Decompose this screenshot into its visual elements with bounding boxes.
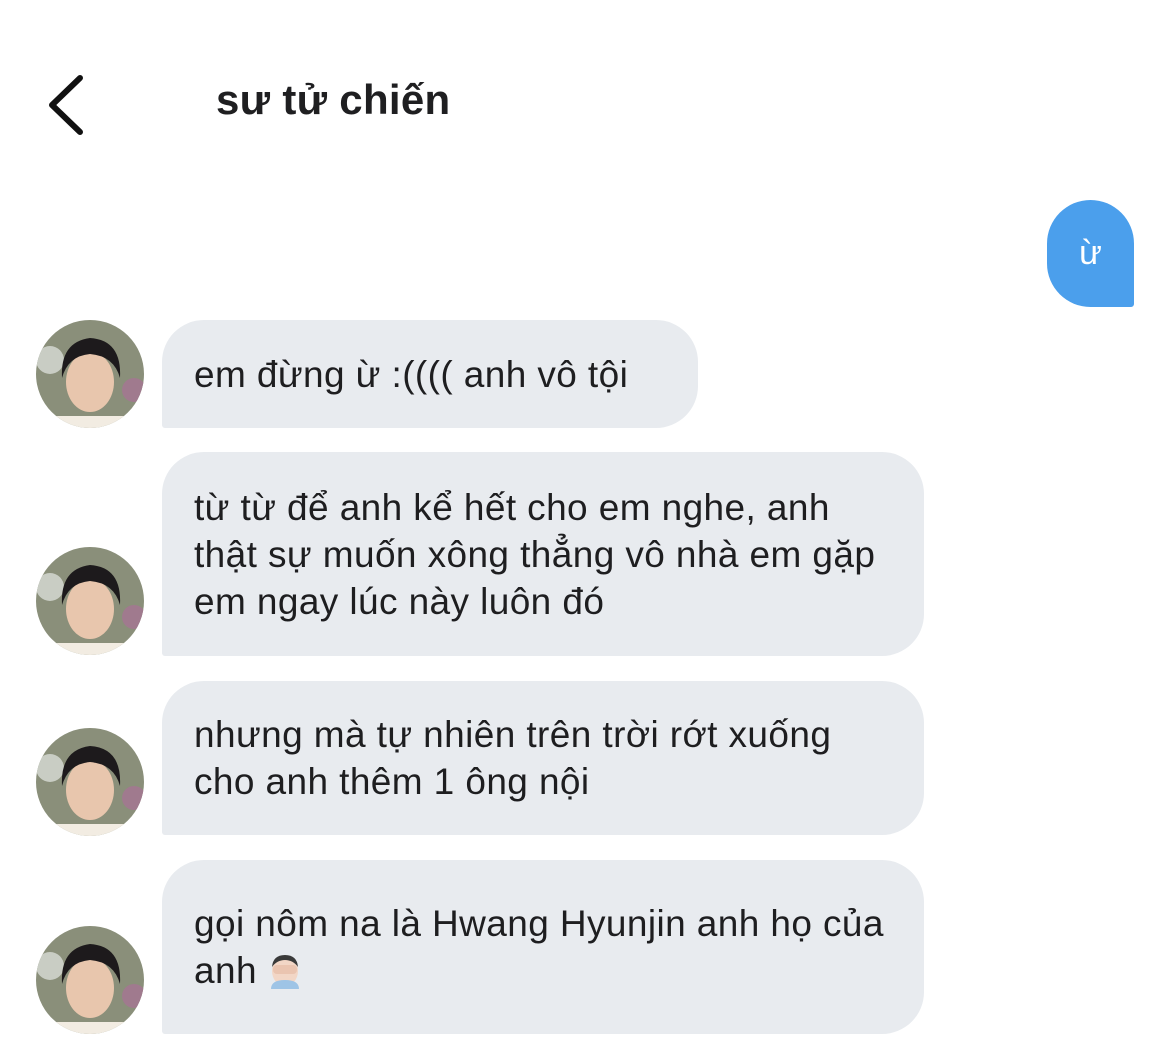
outgoing-message-bubble[interactable]: ừ [1047,200,1134,307]
avatar[interactable] [36,926,144,1034]
face-palm-emoji-icon [270,955,299,989]
avatar[interactable] [36,728,144,836]
message-text: nhưng mà tự nhiên trên trời rớt xuống ch… [194,714,832,802]
message-text: em đừng ừ :(((( anh vô tội [194,353,629,395]
incoming-message-bubble[interactable]: nhưng mà tự nhiên trên trời rớt xuống ch… [162,681,924,835]
avatar[interactable] [36,547,144,655]
avatar[interactable] [36,320,144,428]
back-button[interactable] [40,70,96,140]
message-text: từ từ để anh kể hết cho em nghe, anh thậ… [194,486,876,622]
incoming-message-bubble[interactable]: từ từ để anh kể hết cho em nghe, anh thậ… [162,452,924,656]
incoming-message-bubble[interactable]: gọi nôm na là Hwang Hyunjin anh họ của a… [162,860,924,1034]
message-text: ừ [1079,234,1102,272]
chat-title: sư tử chiến [216,76,451,123]
chevron-left-icon [49,75,83,135]
incoming-message-bubble[interactable]: em đừng ừ :(((( anh vô tội [162,320,698,428]
